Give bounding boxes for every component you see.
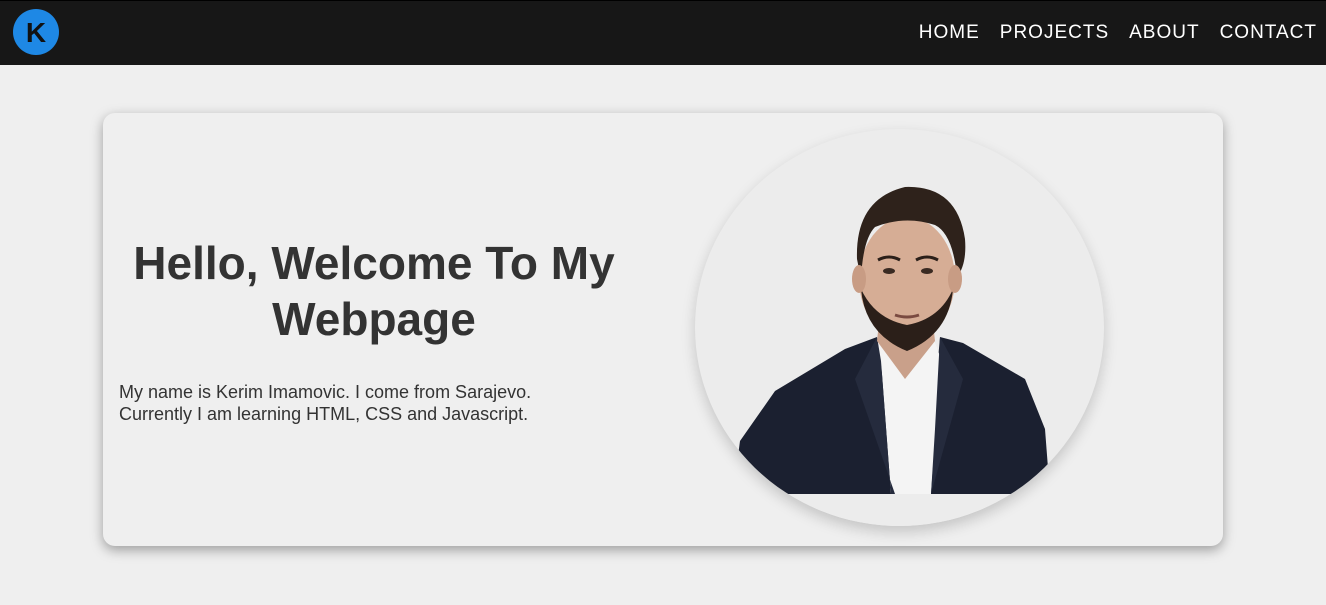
hero-card: Hello, Welcome To My Webpage My name is … xyxy=(103,113,1223,546)
logo[interactable]: K xyxy=(13,9,59,55)
nav-link-projects[interactable]: PROJECTS xyxy=(1000,22,1109,44)
profile-photo xyxy=(695,129,1104,526)
hero-description: My name is Kerim Imamovic. I come from S… xyxy=(119,382,532,424)
logo-letter: K xyxy=(25,16,47,48)
navbar: K HOME PROJECTS ABOUT CONTACT xyxy=(0,0,1326,65)
nav-link-home[interactable]: HOME xyxy=(919,22,980,44)
intro-section: Hello, Welcome To My Webpage My name is … xyxy=(119,235,629,425)
nav-link-about[interactable]: ABOUT xyxy=(1129,22,1199,44)
nav-links: HOME PROJECTS ABOUT CONTACT xyxy=(919,1,1317,65)
hero-title: Hello, Welcome To My Webpage xyxy=(133,237,615,345)
nav-link-contact[interactable]: CONTACT xyxy=(1220,22,1317,44)
profile-photo-image xyxy=(695,186,1104,526)
